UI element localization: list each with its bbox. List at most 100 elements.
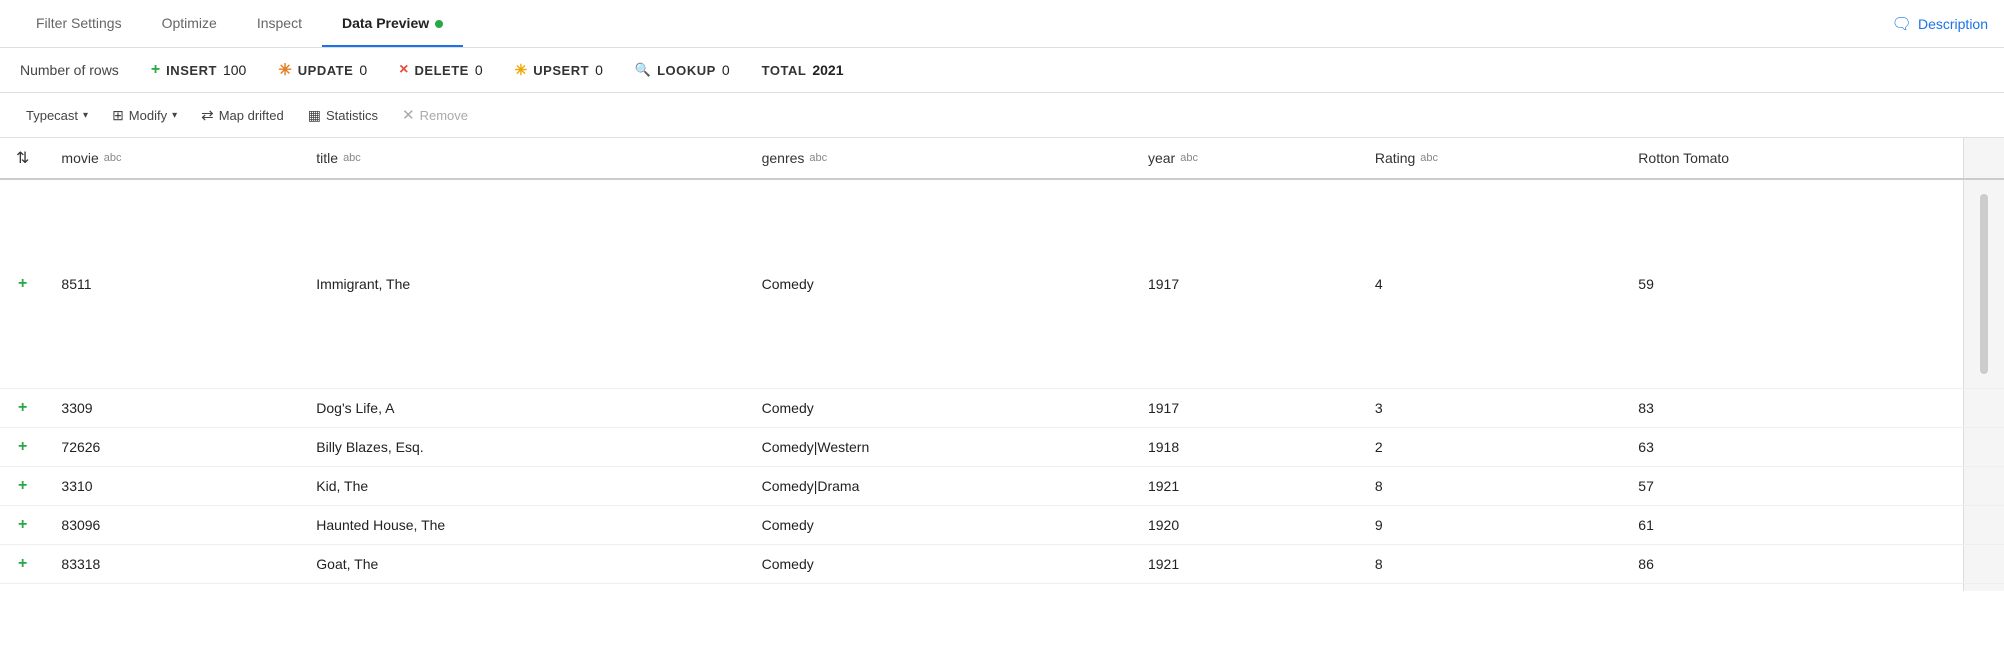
remove-button[interactable]: ✕ Remove [392,101,478,129]
remove-icon: ✕ [402,106,415,124]
cell-rotten-3: 57 [1622,467,1963,506]
modify-button[interactable]: ⊞ Modify ▾ [102,102,187,129]
cell-year-5: 1921 [1132,545,1359,584]
upsert-label: UPSERT [533,63,589,78]
description-icon: 🗨 [1892,14,1912,34]
scrollbar-cell-2 [1964,428,2004,467]
table-row: + 3310 Kid, The Comedy|Drama 1921 8 57 [0,467,2004,506]
cell-rating-3: 8 [1359,467,1622,506]
typecast-label: Typecast [26,108,78,123]
col-genres-label: genres [762,150,805,166]
statistics-icon: ▦ [308,107,321,124]
cell-movie-5: 83318 [45,545,300,584]
lookup-value: 0 [722,62,730,78]
scrollbar-cell-3 [1964,467,2004,506]
cell-year-2: 1918 [1132,428,1359,467]
col-title-type: abc [343,152,361,164]
row-action-6[interactable]: + [0,584,45,592]
cell-title-0: Immigrant, The [300,179,745,389]
col-genres-type: abc [809,152,827,164]
typecast-caret-icon: ▾ [83,110,88,121]
cell-movie-3: 3310 [45,467,300,506]
stat-delete: × DELETE 0 [399,61,483,79]
cell-genres-6: Comedy [746,584,1132,592]
cell-rating-4: 9 [1359,506,1622,545]
modify-caret-icon: ▾ [172,110,177,121]
col-movie-label: movie [61,150,98,166]
delete-value: 0 [475,62,483,78]
cell-genres-0: Comedy [746,179,1132,389]
lookup-label: LOOKUP [657,63,716,78]
col-movie[interactable]: movie abc [45,138,300,179]
stats-bar: Number of rows + INSERT 100 ✳ UPDATE 0 ×… [0,48,2004,93]
scrollbar-cell-4 [1964,506,2004,545]
cell-rotten-5: 86 [1622,545,1963,584]
row-count-label: Number of rows [20,62,119,78]
col-rating[interactable]: Rating abc [1359,138,1622,179]
statistics-label: Statistics [326,108,378,123]
cell-rating-1: 3 [1359,389,1622,428]
scrollbar-cell-6 [1964,584,2004,592]
total-label: TOTAL [762,63,807,78]
cell-rating-2: 2 [1359,428,1622,467]
tab-optimize[interactable]: Optimize [142,1,237,47]
col-rating-label: Rating [1375,150,1415,166]
top-nav: Filter Settings Optimize Inspect Data Pr… [0,0,2004,48]
cell-year-6: 1920 [1132,584,1359,592]
update-label: UPDATE [298,63,354,78]
col-genres[interactable]: genres abc [746,138,1132,179]
row-action-2[interactable]: + [0,428,45,467]
table-row: + 83318 Goat, The Comedy 1921 8 86 [0,545,2004,584]
table-row: + 83322 Boat, The Comedy 1920 4 65 [0,584,2004,592]
cell-year-0: 1917 [1132,179,1359,389]
map-drifted-icon: ⇄ [201,106,214,124]
stat-lookup: 🔍 LOOKUP 0 [635,62,730,78]
cell-rotten-0: 59 [1622,179,1963,389]
row-action-4[interactable]: + [0,506,45,545]
row-action-0[interactable]: + [0,179,45,389]
table-row: + 72626 Billy Blazes, Esq. Comedy|Wester… [0,428,2004,467]
col-rotten[interactable]: Rotton Tomato [1622,138,1963,179]
map-drifted-button[interactable]: ⇄ Map drifted [191,101,294,129]
statistics-button[interactable]: ▦ Statistics [298,102,388,129]
data-table: ⇅ movie abc title abc [0,138,2004,591]
stat-upsert: ✳ UPSERT 0 [515,61,603,79]
row-action-1[interactable]: + [0,389,45,428]
map-drifted-label: Map drifted [219,108,284,123]
cell-rating-6: 4 [1359,584,1622,592]
cell-genres-1: Comedy [746,389,1132,428]
row-action-5[interactable]: + [0,545,45,584]
tab-data-preview[interactable]: Data Preview [322,1,463,47]
col-year[interactable]: year abc [1132,138,1359,179]
total-value: 2021 [812,62,843,78]
col-rating-type: abc [1420,152,1438,164]
delete-label: DELETE [414,63,468,78]
modify-icon: ⊞ [112,107,124,124]
col-title-label: title [316,150,338,166]
col-year-type: abc [1180,152,1198,164]
cell-title-5: Goat, The [300,545,745,584]
row-action-3[interactable]: + [0,467,45,506]
data-table-container: ⇅ movie abc title abc [0,138,2004,591]
cell-rating-5: 8 [1359,545,1622,584]
cell-rotten-6: 65 [1622,584,1963,592]
stat-insert: + INSERT 100 [151,61,247,79]
typecast-button[interactable]: Typecast ▾ [16,103,98,128]
col-title[interactable]: title abc [300,138,745,179]
table-row: + 3309 Dog's Life, A Comedy 1917 3 83 [0,389,2004,428]
col-sort[interactable]: ⇅ [0,138,45,179]
tab-filter-settings[interactable]: Filter Settings [16,1,142,47]
scrollbar-cell-0 [1964,179,2004,389]
cell-rotten-2: 63 [1622,428,1963,467]
lookup-icon: 🔍 [635,62,651,78]
table-row: + 8511 Immigrant, The Comedy 1917 4 59 [0,179,2004,389]
description-button[interactable]: 🗨 Description [1892,14,1988,34]
cell-year-1: 1917 [1132,389,1359,428]
cell-title-6: Boat, The [300,584,745,592]
cell-genres-5: Comedy [746,545,1132,584]
cell-genres-2: Comedy|Western [746,428,1132,467]
scrollbar-cell-1 [1964,389,2004,428]
cell-year-3: 1921 [1132,467,1359,506]
cell-movie-2: 72626 [45,428,300,467]
tab-inspect[interactable]: Inspect [237,1,322,47]
